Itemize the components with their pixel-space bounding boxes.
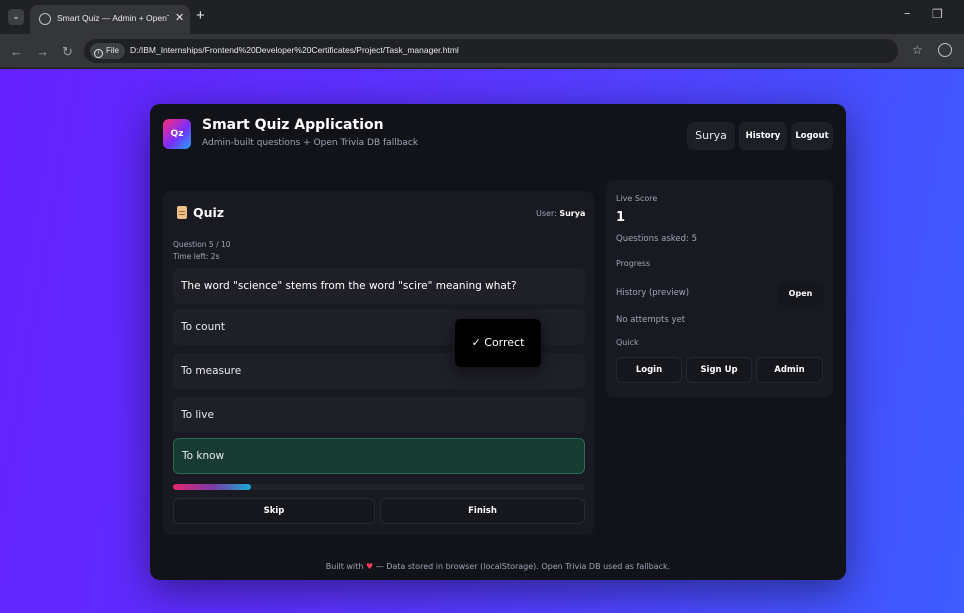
close-tab-icon[interactable]: ✕ xyxy=(175,11,184,24)
logout-button[interactable]: Logout xyxy=(791,122,833,150)
browser-tab-bar: ⌄ Smart Quiz — Admin + OpenT ✕ + – ❐ xyxy=(0,0,964,34)
quiz-progress-fill xyxy=(173,484,252,490)
page-footer: Built with ♥ — Data stored in browser (l… xyxy=(150,562,846,571)
bookmark-star-icon[interactable]: ☆ xyxy=(912,43,923,57)
skip-button[interactable]: Skip xyxy=(173,498,375,524)
admin-button[interactable]: Admin xyxy=(756,357,823,383)
footer-prefix: Built with xyxy=(325,562,364,571)
quiz-progress-bar xyxy=(173,484,585,490)
restore-window-icon[interactable]: ❐ xyxy=(932,7,943,21)
profile-icon[interactable] xyxy=(938,43,952,57)
address-bar[interactable]: i File D:/IBM_Internships/Frontend%20Deve… xyxy=(84,39,898,63)
side-panel: Live Score 1 Questions asked: 5 Progress… xyxy=(606,180,833,398)
question-text: The word "science" stems from the word "… xyxy=(173,268,585,304)
history-button[interactable]: History xyxy=(739,122,787,150)
header-user-badge: Surya xyxy=(687,122,735,150)
answer-option-4-correct[interactable]: To know xyxy=(173,438,585,474)
clipboard-icon xyxy=(177,206,187,219)
questions-asked: Questions asked: 5 xyxy=(616,234,698,244)
footer-text: — Data stored in browser (localStorage).… xyxy=(375,562,671,571)
reload-icon[interactable]: ↻ xyxy=(62,44,73,60)
forward-icon[interactable]: → xyxy=(36,44,49,59)
new-tab-button[interactable]: + xyxy=(196,7,205,24)
sign-up-button[interactable]: Sign Up xyxy=(686,357,752,383)
page-viewport: Qz Smart Quiz Application Admin-built qu… xyxy=(0,69,964,613)
correct-toast: ✓ Correct xyxy=(455,319,541,367)
minimize-icon[interactable]: – xyxy=(904,6,911,21)
no-attempts-text: No attempts yet xyxy=(616,315,686,325)
app-logo: Qz xyxy=(163,119,191,149)
time-left: Time left: 2s xyxy=(173,252,220,261)
history-preview-label: History (preview) xyxy=(616,288,690,298)
quiz-user: User: Surya xyxy=(536,209,585,218)
login-button[interactable]: Login xyxy=(616,357,682,383)
quiz-title: Quiz xyxy=(193,205,225,220)
live-score-label: Live Score xyxy=(616,194,658,203)
browser-tab[interactable]: Smart Quiz — Admin + OpenT ✕ xyxy=(30,5,190,34)
url-text[interactable]: D:/IBM_Internships/Frontend%20Developer%… xyxy=(130,45,459,55)
quiz-user-label: User: xyxy=(536,209,557,218)
open-history-button[interactable]: Open xyxy=(778,282,823,306)
finish-button[interactable]: Finish xyxy=(380,498,585,524)
file-chip-label: File xyxy=(106,46,119,55)
tab-search-icon[interactable]: ⌄ xyxy=(8,9,24,25)
back-icon[interactable]: ← xyxy=(10,44,23,59)
quiz-heading: Quiz xyxy=(177,205,224,220)
tab-title: Smart Quiz — Admin + OpenT xyxy=(57,13,169,23)
app-title: Smart Quiz Application xyxy=(202,117,384,133)
app-card: Qz Smart Quiz Application Admin-built qu… xyxy=(150,104,846,580)
info-icon: i xyxy=(94,49,103,58)
live-score-value: 1 xyxy=(616,210,626,225)
quick-label: Quick xyxy=(616,338,639,347)
progress-label: Progress xyxy=(616,259,651,268)
site-info-chip[interactable]: i File xyxy=(90,43,125,59)
browser-toolbar: ← → ↻ i File D:/IBM_Internships/Frontend%… xyxy=(0,34,964,68)
answer-option-3[interactable]: To live xyxy=(173,397,585,433)
heart-icon: ♥ xyxy=(365,562,374,571)
app-subtitle: Admin-built questions + Open Trivia DB f… xyxy=(202,138,419,148)
quiz-user-name: Surya xyxy=(559,209,586,218)
question-counter: Question 5 / 10 xyxy=(173,240,231,249)
globe-icon xyxy=(39,13,51,25)
